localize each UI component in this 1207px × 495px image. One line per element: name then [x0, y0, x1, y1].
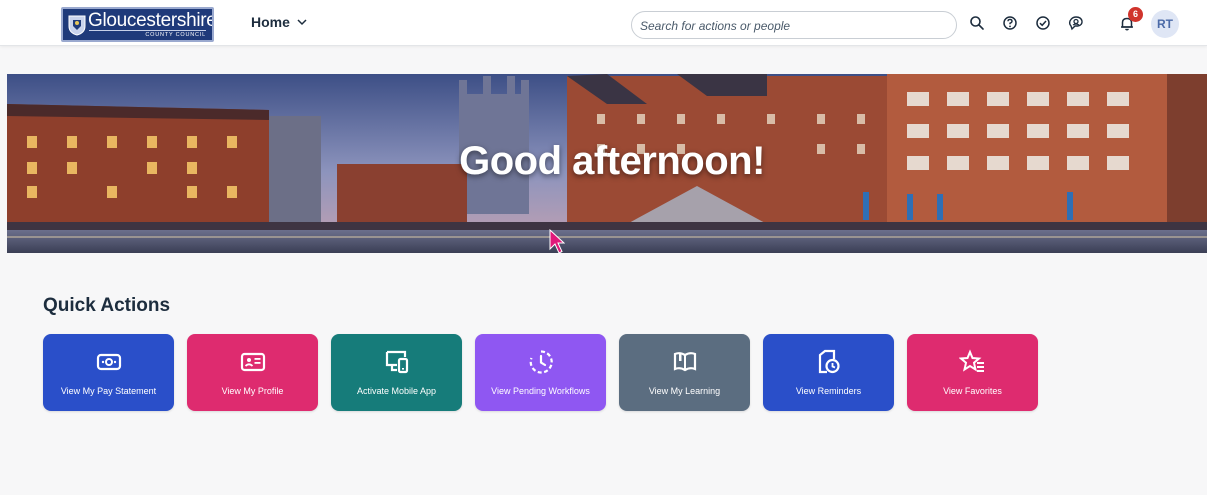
tile-view-my-profile[interactable]: View My Profile [187, 334, 318, 411]
search-field[interactable] [631, 11, 957, 39]
user-avatar[interactable]: RT [1151, 10, 1179, 38]
tile-label: Activate Mobile App [356, 386, 437, 396]
notification-count-badge: 6 [1128, 7, 1143, 22]
home-menu-button[interactable]: Home [251, 14, 308, 30]
home-menu-label: Home [251, 14, 290, 30]
tile-view-my-pay-statement[interactable]: View My Pay Statement [43, 334, 174, 411]
gloucestershire-logo[interactable]: Gloucestershire COUNTY COUNCIL [61, 7, 214, 42]
greeting-heading: Good afternoon! [459, 139, 765, 183]
logo-subtitle: COUNTY COUNCIL [145, 32, 206, 38]
tile-activate-mobile-app[interactable]: Activate Mobile App [331, 334, 462, 411]
profile-card-icon [239, 349, 267, 375]
tile-view-pending-workflows[interactable]: View Pending Workflows [475, 334, 606, 411]
council-crest-icon [68, 15, 86, 36]
app-shell: Gloucestershire COUNTY COUNCIL Home 6 RT [0, 0, 1207, 495]
top-bar: Gloucestershire COUNTY COUNCIL Home 6 RT [0, 0, 1207, 46]
quick-actions-title: Quick Actions [43, 295, 171, 316]
tile-label: View Reminders [795, 386, 862, 396]
pay-statement-icon [95, 349, 123, 375]
logo-rule [89, 30, 206, 31]
search-input[interactable] [640, 17, 940, 34]
tile-view-favorites[interactable]: View Favorites [907, 334, 1038, 411]
search-icon[interactable] [968, 14, 986, 32]
tasks-check-icon[interactable] [1034, 14, 1052, 32]
quick-actions-grid: View My Pay Statement View My Profile Ac… [43, 334, 1038, 411]
tile-view-reminders[interactable]: View Reminders [763, 334, 894, 411]
tile-label: View Pending Workflows [491, 386, 590, 396]
logo-name: Gloucestershire [88, 10, 214, 31]
chat-bot-icon[interactable] [1067, 14, 1085, 32]
mouse-pointer-icon [549, 229, 565, 254]
pending-clock-icon [527, 349, 555, 375]
tile-label: View My Pay Statement [60, 386, 157, 396]
favorites-star-icon [958, 349, 987, 375]
tile-label: View My Learning [648, 386, 721, 396]
chevron-down-icon [297, 19, 307, 26]
tile-label: View My Profile [221, 386, 284, 396]
mobile-device-icon [383, 349, 411, 375]
learning-book-icon [671, 349, 699, 375]
tile-label: View Favorites [943, 386, 1002, 396]
help-icon[interactable] [1001, 14, 1019, 32]
reminder-icon [815, 349, 843, 375]
tile-view-my-learning[interactable]: View My Learning [619, 334, 750, 411]
